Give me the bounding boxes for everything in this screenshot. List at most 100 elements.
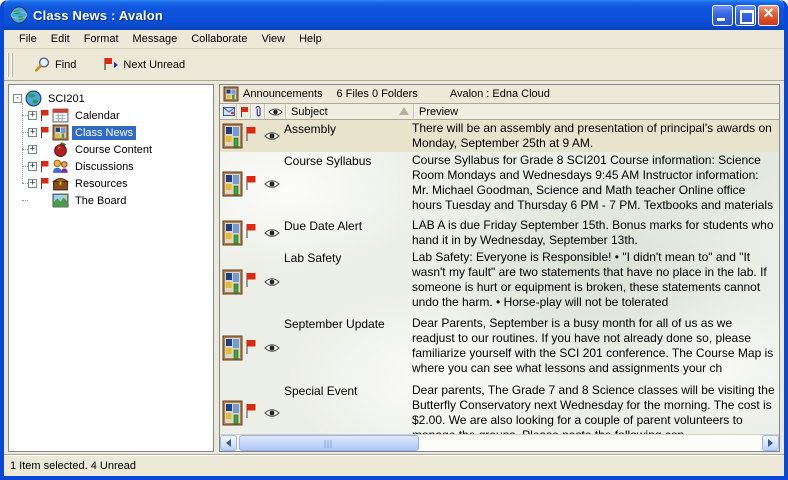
list-item-september-update[interactable]: September Update Dear Parents, September… (220, 315, 779, 382)
menu-message[interactable]: Message (126, 31, 185, 47)
column-attachment[interactable] (251, 104, 265, 119)
sidebar-item-discussions[interactable]: + Discussions (18, 158, 211, 175)
eye-icon (264, 408, 280, 419)
globe-icon (25, 91, 42, 107)
subject-cell: September Update (284, 315, 412, 382)
column-preview[interactable]: Preview (414, 104, 779, 119)
close-button[interactable] (758, 5, 779, 26)
flag-arrow-icon (102, 56, 119, 73)
eye-icon (264, 228, 280, 239)
minimize-button[interactable] (712, 5, 733, 26)
expand-icon[interactable]: + (28, 162, 37, 171)
expand-icon[interactable]: + (28, 128, 37, 137)
title-bar[interactable]: Class News : Avalon (4, 0, 784, 30)
eye-icon (264, 131, 280, 142)
chest-icon (52, 176, 69, 192)
app-globe-icon (10, 6, 28, 24)
preview-cell: Dear Parents, September is a busy month … (412, 315, 779, 382)
sidebar-item-class-news[interactable]: + Class News (18, 124, 211, 141)
horizontal-scrollbar[interactable] (220, 434, 779, 451)
content-area: - SCI201 + Calendar + (4, 81, 784, 455)
magnifier-icon (34, 56, 51, 73)
envelope-icon (223, 107, 235, 116)
subject-cell: Assembly (284, 120, 412, 152)
preview-cell: Course Syllabus for Grade 8 SCI201 Cours… (412, 152, 779, 217)
expand-icon[interactable]: + (28, 179, 37, 188)
server-location: Avalon : Edna Cloud (450, 88, 550, 100)
menu-collaborate[interactable]: Collaborate (184, 31, 254, 47)
menu-file[interactable]: File (12, 31, 44, 47)
subject-cell: Special Event (284, 382, 412, 434)
sidebar-item-sci201[interactable]: - SCI201 (13, 90, 211, 107)
menu-edit[interactable]: Edit (44, 31, 77, 47)
subject-cell: Lab Safety (284, 249, 412, 315)
unread-flag-icon (245, 223, 257, 239)
sidebar-item-course-content[interactable]: + Course Content (18, 141, 211, 158)
menu-format[interactable]: Format (77, 31, 126, 47)
subject-cell: Course Syllabus (284, 152, 412, 217)
toolbar-grip[interactable] (7, 53, 14, 77)
maximize-button[interactable] (735, 5, 756, 26)
sidebar-item-calendar[interactable]: + Calendar (18, 107, 211, 124)
find-label: Find (55, 59, 76, 71)
scrollbar-thumb[interactable] (239, 435, 419, 451)
application-window: Class News : Avalon File Edit Format Mes… (0, 0, 788, 480)
paperclip-icon (254, 105, 262, 118)
sidebar-item-resources[interactable]: + Resources (18, 175, 211, 192)
announcement-icon (222, 400, 245, 427)
news-board-icon (52, 125, 69, 141)
subject-cell: Due Date Alert (284, 217, 412, 249)
chevron-right-icon (768, 439, 773, 447)
apple-icon (52, 142, 69, 158)
eye-icon (268, 107, 283, 117)
next-unread-label: Next Unread (123, 59, 185, 71)
unread-flag-icon (40, 177, 50, 190)
tree-item-label: Class News (72, 126, 136, 140)
tree-children: + Calendar + Class News + (18, 107, 211, 209)
collapse-icon[interactable]: - (13, 94, 22, 103)
unread-flag-icon (245, 339, 257, 355)
people-icon (52, 159, 69, 175)
column-monitor[interactable] (265, 104, 286, 119)
column-envelope[interactable] (220, 104, 237, 119)
announcements-board-icon (223, 86, 239, 102)
scroll-left-button[interactable] (220, 435, 237, 451)
list-item-special-event[interactable]: Special Event Dear parents, The Grade 7 … (220, 382, 779, 434)
list-item-course-syllabus[interactable]: Course Syllabus Course Syllabus for Grad… (220, 152, 779, 217)
preview-cell: There will be an assembly and presentati… (412, 120, 779, 152)
eye-icon (264, 277, 280, 288)
unread-flag-icon (40, 109, 50, 122)
status-bar: 1 Item selected. 4 Unread (4, 455, 784, 476)
expand-icon[interactable]: + (28, 145, 37, 154)
message-list: Assembly There will be an assembly and p… (220, 120, 779, 434)
chevron-left-icon (226, 439, 231, 447)
picture-icon (52, 193, 69, 209)
list-item-lab-safety[interactable]: Lab Safety Lab Safety: Everyone is Respo… (220, 249, 779, 315)
scroll-right-button[interactable] (762, 435, 779, 451)
flag-icon (240, 106, 249, 118)
eye-icon (264, 179, 280, 190)
list-item-due-date-alert[interactable]: Due Date Alert LAB A is due Friday Septe… (220, 217, 779, 249)
no-expander (28, 196, 37, 205)
list-item-assembly[interactable]: Assembly There will be an assembly and p… (220, 120, 779, 152)
unread-flag-icon (40, 126, 50, 139)
announcement-icon (222, 123, 245, 150)
preview-cell: LAB A is due Friday September 15th. Bonu… (412, 217, 779, 249)
item-counts: 6 Files 0 Folders (337, 88, 418, 100)
find-button[interactable]: Find (28, 53, 82, 76)
tree-root-label: SCI201 (45, 92, 88, 106)
menu-help[interactable]: Help (292, 31, 329, 47)
tree-item-label: The Board (72, 194, 129, 208)
sidebar-tree: - SCI201 + Calendar + (8, 84, 214, 452)
column-subject[interactable]: Subject (286, 104, 414, 119)
preview-cell: Lab Safety: Everyone is Responsible! • "… (412, 249, 779, 315)
next-unread-button[interactable]: Next Unread (96, 53, 191, 76)
calendar-icon (52, 108, 69, 124)
unread-flag-icon (245, 175, 257, 191)
sidebar-item-the-board[interactable]: The Board (18, 192, 211, 209)
menu-view[interactable]: View (254, 31, 292, 47)
tree-item-label: Discussions (72, 160, 137, 174)
announcement-icon (222, 171, 245, 198)
column-flag[interactable] (237, 104, 251, 119)
expand-icon[interactable]: + (28, 111, 37, 120)
